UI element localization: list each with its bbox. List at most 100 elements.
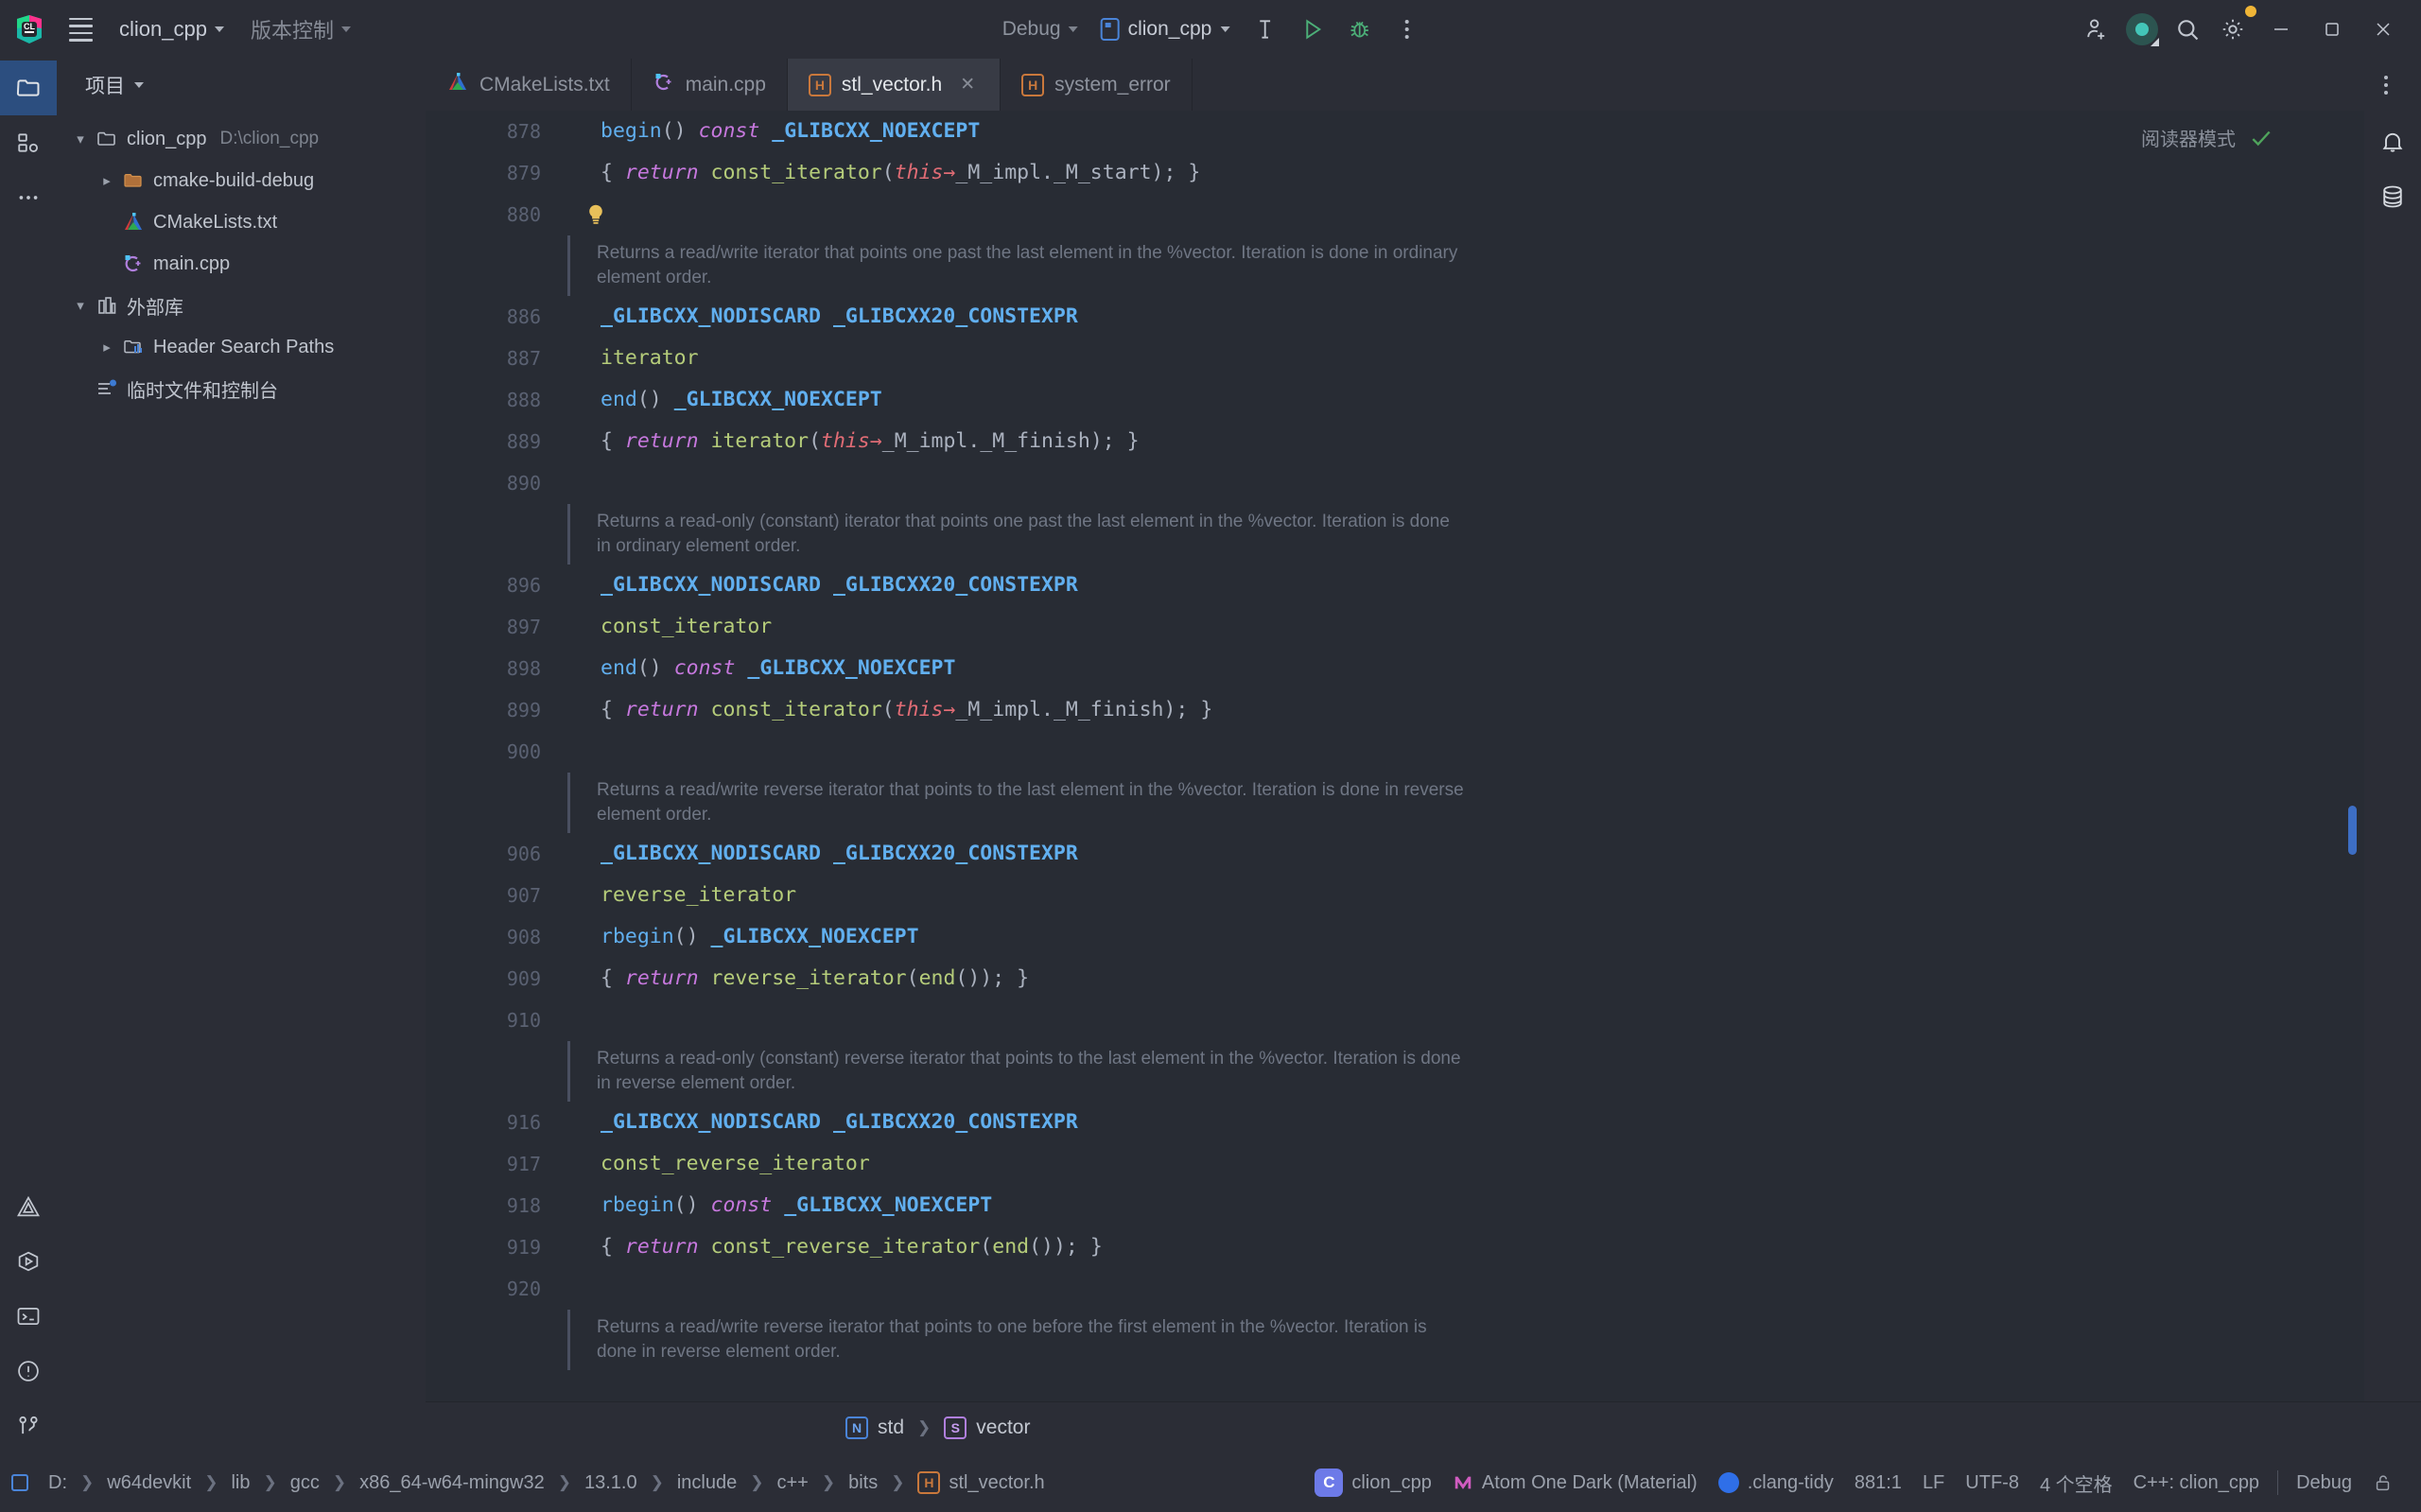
run-more-button[interactable] <box>1385 8 1428 51</box>
editor-tab[interactable]: main.cpp <box>632 59 788 111</box>
sidebar-item-project[interactable] <box>0 61 57 115</box>
code-line[interactable]: 878 begin() const _GLIBCXX_NOEXCEPT <box>426 111 2364 152</box>
path-segment[interactable]: 13.1.0 <box>574 1467 648 1500</box>
warning-circle-icon <box>18 1361 39 1382</box>
sidebar-item-structure[interactable] <box>0 115 57 170</box>
build-button[interactable] <box>1243 8 1286 51</box>
run-configuration-selector[interactable]: Debug <box>993 12 1088 46</box>
status-encoding[interactable]: UTF-8 <box>1955 1467 2029 1500</box>
settings-button[interactable] <box>2211 6 2256 51</box>
sidebar-item-more[interactable] <box>0 170 57 225</box>
close-tab-icon[interactable]: ✕ <box>956 74 979 96</box>
doc-comment-row: Returns a read/write iterator that point… <box>426 235 2364 296</box>
breadcrumb-item[interactable]: Svector <box>936 1413 1037 1443</box>
sidebar-item-run[interactable] <box>0 1234 57 1289</box>
debug-button[interactable] <box>1337 8 1381 51</box>
code-line[interactable]: 899 { return const_iterator(this→_M_impl.… <box>426 689 2364 731</box>
sidebar-item-problems[interactable] <box>0 1344 57 1399</box>
tree-node[interactable]: ▸ cmake-build-debug <box>57 160 426 201</box>
code-line[interactable]: 919 { return const_reverse_iterator(end()… <box>426 1226 2364 1268</box>
tree-node[interactable]: 临时文件和控制台 <box>57 368 426 409</box>
main-menu-button[interactable] <box>59 8 102 51</box>
editor-vertical-scrollbar[interactable] <box>2348 806 2357 855</box>
code-line[interactable]: 888 end() _GLIBCXX_NOEXCEPT <box>426 379 2364 421</box>
sidebar-item-terminal[interactable] <box>0 1289 57 1344</box>
code-line[interactable]: 906 _GLIBCXX_NODISCARD _GLIBCXX20_CONSTEX… <box>426 833 2364 875</box>
code-line[interactable]: 909 { return reverse_iterator(end()); } <box>426 958 2364 999</box>
line-number: 919 <box>506 1236 541 1259</box>
code-line[interactable]: 896 _GLIBCXX_NODISCARD _GLIBCXX20_CONSTEX… <box>426 565 2364 606</box>
tree-node[interactable]: main.cpp <box>57 243 426 285</box>
chevron-down-icon[interactable]: ▾ <box>68 130 93 148</box>
project-file-tree[interactable]: ▾ clion_cpp D:\clion_cpp ▸ cmake-build-debug… <box>57 111 426 409</box>
run-button[interactable] <box>1290 8 1333 51</box>
chevron-right-icon[interactable]: ▸ <box>95 339 119 356</box>
sidebar-item-version-control[interactable] <box>0 1399 57 1453</box>
tree-node[interactable]: ▾ clion_cpp D:\clion_cpp <box>57 118 426 160</box>
status-line-separator[interactable]: LF <box>1912 1467 1955 1500</box>
tree-node[interactable]: ▸ Header Search Paths <box>57 326 426 368</box>
lightbulb-icon[interactable] <box>567 194 624 235</box>
code-line[interactable]: 880 <box>426 194 2364 235</box>
sidebar-item-cmake[interactable] <box>0 1179 57 1234</box>
chevron-down-icon[interactable]: ▾ <box>68 297 93 314</box>
chevron-right-icon[interactable]: ▸ <box>95 172 119 189</box>
add-user-button[interactable] <box>2075 8 2118 51</box>
code-line[interactable]: 890 <box>426 462 2364 504</box>
close-window-button[interactable] <box>2359 8 2408 51</box>
code-line[interactable]: 908 rbegin() _GLIBCXX_NOEXCEPT <box>426 916 2364 958</box>
status-inspection-widget[interactable]: .clang-tidy <box>1708 1467 1844 1500</box>
inspection-dot-icon <box>1717 1472 1739 1493</box>
path-file[interactable]: Hstl_vector.h <box>907 1466 1054 1500</box>
status-caret-position[interactable]: 881:1 <box>1844 1467 1912 1500</box>
status-theme-widget[interactable]: Atom One Dark (Material) <box>1442 1467 1708 1500</box>
vcs-widget[interactable]: 版本控制 <box>241 9 360 49</box>
code-editor[interactable]: 878 begin() const _GLIBCXX_NOEXCEPT 879 { r… <box>426 111 2364 1401</box>
path-segment[interactable]: bits <box>838 1467 888 1500</box>
tree-node[interactable]: ▾ 外部库 <box>57 285 426 326</box>
editor-tab[interactable]: Hsystem_error <box>1001 59 1193 111</box>
status-build-config[interactable]: Debug <box>2286 1467 2362 1500</box>
status-language-scope[interactable]: C++: clion_cpp <box>2123 1467 2270 1500</box>
code-line[interactable]: 886 _GLIBCXX_NODISCARD _GLIBCXX20_CONSTEX… <box>426 296 2364 338</box>
path-segment[interactable]: c++ <box>767 1467 819 1500</box>
code-line[interactable]: 910 <box>426 999 2364 1041</box>
code-line[interactable]: 907 reverse_iterator <box>426 875 2364 916</box>
project-selector[interactable]: clion_cpp <box>110 12 234 46</box>
project-panel-title: 项目 <box>85 75 125 97</box>
code-line[interactable]: 887 iterator <box>426 338 2364 379</box>
tab-overflow-button[interactable] <box>2364 63 2408 107</box>
code-line[interactable]: 879 { return const_iterator(this→_M_impl.… <box>426 152 2364 194</box>
code-line[interactable]: 900 <box>426 731 2364 773</box>
reader-mode-indicator[interactable]: 阅读器模式 <box>2141 124 2273 151</box>
code-line[interactable]: 916 _GLIBCXX_NODISCARD _GLIBCXX20_CONSTEX… <box>426 1102 2364 1143</box>
hamburger-icon <box>68 17 93 42</box>
path-segment[interactable]: lib <box>220 1467 260 1500</box>
ai-assistant-button[interactable] <box>2120 8 2164 51</box>
code-line[interactable]: 898 end() const _GLIBCXX_NOEXCEPT <box>426 648 2364 689</box>
maximize-button[interactable] <box>2308 8 2357 51</box>
path-segment[interactable]: include <box>667 1467 747 1500</box>
editor-tab[interactable]: CMakeLists.txt <box>426 59 632 111</box>
project-view-selector[interactable]: 项目 <box>78 67 151 103</box>
status-project-widget[interactable]: C clion_cpp <box>1304 1463 1442 1503</box>
breadcrumb-item[interactable]: Nstd <box>838 1413 912 1443</box>
path-segment[interactable]: w64devkit <box>96 1467 201 1500</box>
sidebar-item-database[interactable] <box>2364 169 2421 224</box>
path-segment[interactable]: x86_64-w64-mingw32 <box>349 1467 555 1500</box>
code-line[interactable]: 917 const_reverse_iterator <box>426 1143 2364 1185</box>
sidebar-item-notifications[interactable] <box>2364 114 2421 169</box>
editor-tab[interactable]: Hstl_vector.h ✕ <box>787 59 1001 111</box>
tree-node[interactable]: CMakeLists.txt <box>57 201 426 243</box>
minimize-button[interactable] <box>2256 8 2306 51</box>
path-segment[interactable]: D: <box>38 1467 78 1500</box>
code-line[interactable]: 918 rbegin() const _GLIBCXX_NOEXCEPT <box>426 1185 2364 1226</box>
code-line[interactable]: 897 const_iterator <box>426 606 2364 648</box>
code-line[interactable]: 889 { return iterator(this→_M_impl._M_fin… <box>426 421 2364 462</box>
status-indent[interactable]: 4 个空格 <box>2029 1464 2123 1503</box>
search-everywhere-button[interactable] <box>2166 8 2209 51</box>
code-line[interactable]: 920 <box>426 1268 2364 1310</box>
target-selector[interactable]: clion_cpp <box>1091 12 1240 46</box>
path-segment[interactable]: gcc <box>280 1467 330 1500</box>
status-lock-widget[interactable] <box>2362 1467 2404 1499</box>
